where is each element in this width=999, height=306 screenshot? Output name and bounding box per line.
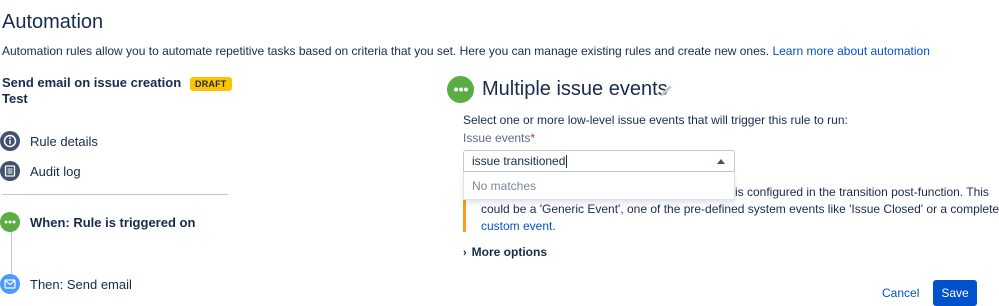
page-description: Automation rules allow you to automate r… xyxy=(2,44,930,58)
warning-line: could be a 'Generic Event', one of the p… xyxy=(481,202,999,216)
pencil-icon[interactable] xyxy=(659,84,673,98)
timeline-connector xyxy=(11,232,12,274)
warning-line: is configured in the transition post-fun… xyxy=(735,185,989,199)
rule-name: Send email on issue creation Test xyxy=(2,75,182,106)
mail-icon xyxy=(0,274,20,294)
save-button[interactable]: Save xyxy=(933,280,977,306)
more-options-label: More options xyxy=(471,245,547,259)
trigger-title: Multiple issue events xyxy=(482,78,668,100)
status-badge: DRAFT xyxy=(190,77,232,91)
sidebar-divider xyxy=(2,194,228,195)
info-icon xyxy=(0,131,20,151)
text-caret xyxy=(566,155,568,169)
sidebar-item-label: Rule details xyxy=(30,133,98,149)
issue-events-input[interactable]: issue transitioned xyxy=(472,153,568,169)
list-icon xyxy=(0,161,20,181)
issue-events-input-value: issue transitioned xyxy=(472,153,566,168)
chevron-up-icon[interactable] xyxy=(717,159,725,164)
trigger-instructions: Select one or more low-level issue event… xyxy=(463,113,848,127)
more-icon xyxy=(0,212,20,232)
cancel-button[interactable]: Cancel xyxy=(882,286,919,300)
dropdown-empty-message: No matches xyxy=(472,178,537,193)
sidebar-item-label: Audit log xyxy=(30,163,81,179)
step-then-send-email[interactable]: Then: Send email xyxy=(0,271,132,297)
chevron-right-icon: › xyxy=(463,247,467,259)
sidebar-item-audit-log[interactable]: Audit log xyxy=(0,158,81,184)
more-options-toggle[interactable]: › More options xyxy=(463,245,547,259)
step-label: Then: Send email xyxy=(30,276,132,292)
page-title: Automation xyxy=(2,11,104,33)
trigger-more-icon xyxy=(447,76,474,103)
required-marker: * xyxy=(530,131,536,145)
sidebar-item-rule-details[interactable]: Rule details xyxy=(0,128,98,154)
issue-events-label: Issue events* xyxy=(463,131,535,145)
step-label: When: Rule is triggered on xyxy=(30,214,196,230)
issue-events-dropdown: No matches xyxy=(463,172,735,200)
page-description-text: Automation rules allow you to automate r… xyxy=(2,44,770,58)
step-when-trigger[interactable]: When: Rule is triggered on xyxy=(0,209,195,235)
issue-events-label-text: Issue events xyxy=(463,131,531,145)
custom-event-link[interactable]: custom event. xyxy=(481,218,556,235)
issue-events-select[interactable]: issue transitioned xyxy=(463,150,735,172)
learn-more-link[interactable]: Learn more about automation xyxy=(772,44,929,58)
